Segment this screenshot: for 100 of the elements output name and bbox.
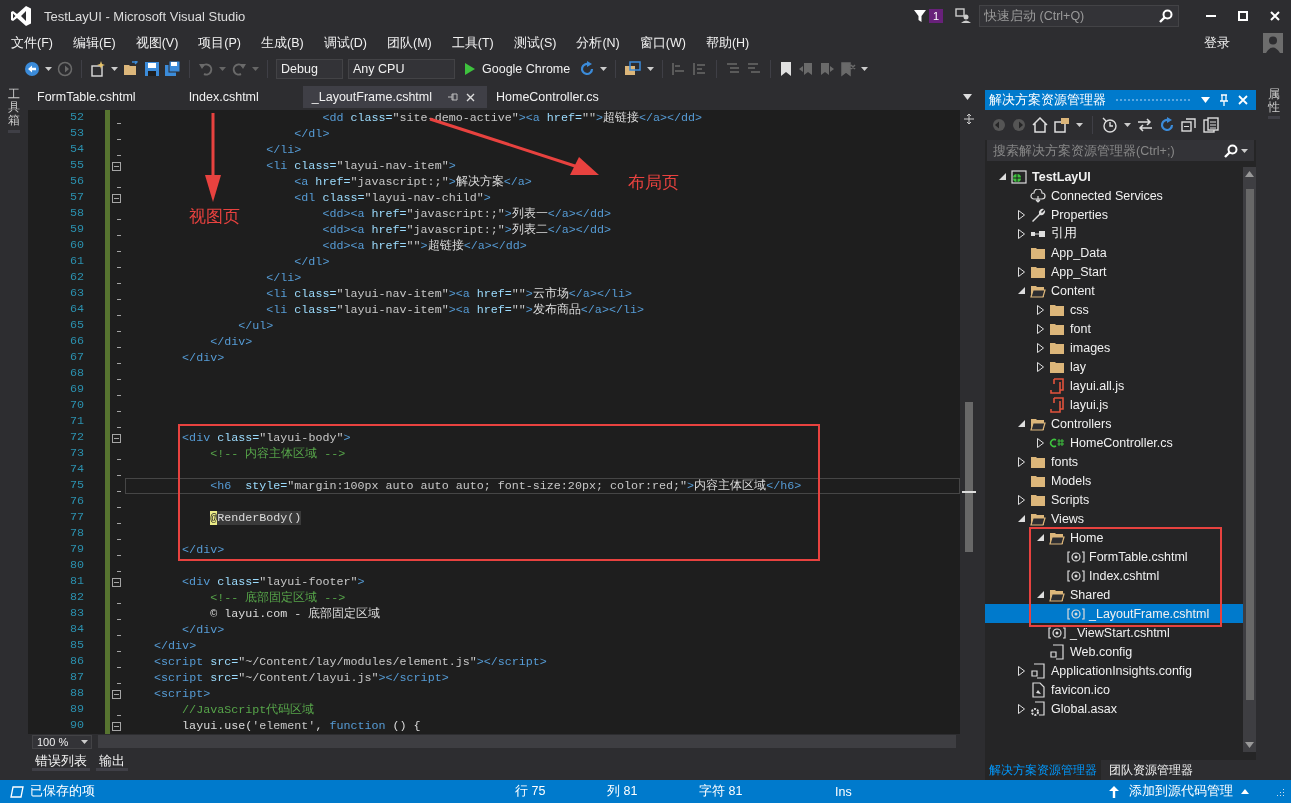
tree-item[interactable]: Connected Services: [985, 186, 1243, 205]
menu-item[interactable]: 编辑(E): [65, 34, 123, 52]
configuration-dropdown[interactable]: Debug: [276, 59, 343, 79]
document-tab[interactable]: _LayoutFrame.cshtml: [302, 86, 487, 108]
show-all-files-icon[interactable]: [1203, 117, 1219, 133]
expanded-arrow-icon[interactable]: [1017, 287, 1025, 294]
tree-item[interactable]: App_Start: [985, 262, 1243, 281]
collapse-icon[interactable]: [112, 577, 121, 587]
tree-item[interactable]: _LayoutFrame.cshtml: [985, 604, 1243, 623]
collapse-icon[interactable]: [112, 689, 121, 699]
toolbox-tab[interactable]: 工具箱: [8, 88, 20, 133]
menu-item[interactable]: 视图(V): [128, 34, 186, 52]
tree-item[interactable]: fonts: [985, 452, 1243, 471]
menu-item[interactable]: 调试(D): [316, 34, 374, 52]
tree-item[interactable]: FormTable.cshtml: [985, 547, 1243, 566]
history-icon[interactable]: [1102, 117, 1118, 133]
platform-dropdown[interactable]: Any CPU: [348, 59, 455, 79]
tree-item[interactable]: HomeController.cs: [985, 433, 1243, 452]
browser-link-icon[interactable]: [624, 61, 643, 77]
close-icon[interactable]: [466, 92, 475, 102]
bookmark-icon[interactable]: [779, 61, 794, 77]
collapse-icon[interactable]: [112, 193, 121, 203]
back-icon[interactable]: [24, 61, 40, 77]
up-arrow-icon[interactable]: [1109, 785, 1119, 798]
caret-icon[interactable]: [1124, 123, 1131, 127]
expanded-arrow-icon[interactable]: [1036, 534, 1044, 541]
run-button[interactable]: Google Chrome: [460, 59, 575, 79]
collapse-icon[interactable]: [112, 721, 121, 731]
collapsed-arrow-icon[interactable]: [1036, 304, 1044, 315]
caret-icon[interactable]: [1241, 148, 1248, 153]
collapsed-arrow-icon[interactable]: [1017, 209, 1025, 220]
feedback-icon[interactable]: [955, 8, 971, 24]
collapsed-arrow-icon[interactable]: [1017, 665, 1025, 676]
menu-item[interactable]: 工具(T): [444, 34, 501, 52]
caret-icon[interactable]: [1076, 123, 1083, 127]
sync-icon[interactable]: [1137, 117, 1153, 133]
tree-item[interactable]: Content: [985, 281, 1243, 300]
expanded-arrow-icon[interactable]: [998, 173, 1006, 180]
document-tab[interactable]: Index.cshtml: [179, 86, 303, 108]
forward-icon[interactable]: [57, 61, 73, 77]
collapse-all-icon[interactable]: [1181, 117, 1197, 133]
search-field[interactable]: 搜索解决方案资源管理器(Ctrl+;): [987, 140, 1254, 161]
save-icon[interactable]: [144, 61, 160, 77]
search-icon[interactable]: [1224, 143, 1238, 158]
scroll-up-icon[interactable]: [1245, 171, 1254, 177]
tree-item[interactable]: Index.cshtml: [985, 566, 1243, 585]
redo-icon[interactable]: [231, 61, 247, 77]
tree-item[interactable]: images: [985, 338, 1243, 357]
expanded-arrow-icon[interactable]: [1036, 591, 1044, 598]
collapsed-arrow-icon[interactable]: [1036, 361, 1044, 372]
panel-tab[interactable]: 解决方案资源管理器: [985, 760, 1101, 780]
collapsed-arrow-icon[interactable]: [1017, 703, 1025, 714]
properties-tab[interactable]: 属性: [1267, 88, 1280, 120]
tree-item[interactable]: TestLayUI: [985, 167, 1243, 186]
menu-item[interactable]: 生成(B): [254, 34, 311, 52]
pin-icon[interactable]: [448, 92, 458, 102]
caret-icon[interactable]: [111, 67, 118, 71]
account-icon[interactable]: [1263, 33, 1283, 53]
collapsed-arrow-icon[interactable]: [1017, 228, 1025, 239]
menu-item[interactable]: 测试(S): [506, 34, 564, 52]
bookmark-next-icon[interactable]: [819, 61, 836, 77]
zoom-dropdown[interactable]: 100 %: [32, 734, 92, 749]
document-tab[interactable]: HomeController.cs: [487, 86, 643, 108]
tree-item[interactable]: App_Data: [985, 243, 1243, 262]
tree-item[interactable]: Home: [985, 528, 1243, 547]
caret-up-icon[interactable]: [1241, 789, 1249, 794]
resize-grip-icon[interactable]: [1275, 786, 1285, 797]
save-all-icon[interactable]: [165, 61, 181, 77]
refresh-icon[interactable]: [1159, 117, 1175, 133]
tab-list-icon[interactable]: [963, 94, 972, 100]
document-tab[interactable]: FormTable.cshtml: [28, 86, 180, 108]
scrollbar-thumb[interactable]: [1245, 189, 1254, 700]
tree-item[interactable]: Web.config: [985, 642, 1243, 661]
panel-tab[interactable]: 输出: [96, 753, 128, 771]
caret-icon[interactable]: [81, 739, 88, 744]
home-icon[interactable]: [1032, 117, 1048, 133]
caret-icon[interactable]: [861, 67, 869, 71]
new-project-icon[interactable]: [90, 61, 106, 77]
refresh-icon[interactable]: [579, 61, 596, 77]
notification-badge[interactable]: 1: [928, 9, 943, 23]
tree-item[interactable]: favicon.ico: [985, 680, 1243, 699]
tree-item[interactable]: Models: [985, 471, 1243, 490]
caret-icon[interactable]: [600, 67, 608, 71]
collapsed-arrow-icon[interactable]: [1017, 266, 1025, 277]
vertical-scrollbar[interactable]: [1243, 167, 1256, 752]
tree-item[interactable]: layui.js: [985, 395, 1243, 414]
panel-tab[interactable]: 团队资源管理器: [1105, 760, 1197, 780]
tree-item[interactable]: Views: [985, 509, 1243, 528]
tree-item[interactable]: 引用: [985, 224, 1243, 243]
menu-item[interactable]: 项目(P): [191, 34, 248, 52]
expanded-arrow-icon[interactable]: [1017, 515, 1025, 522]
collapsed-arrow-icon[interactable]: [1036, 323, 1044, 334]
tree-item[interactable]: ApplicationInsights.config: [985, 661, 1243, 680]
panel-tab[interactable]: 错误列表: [32, 753, 90, 771]
scroll-down-icon[interactable]: [1245, 742, 1254, 748]
undo-icon[interactable]: [198, 61, 214, 77]
caret-icon[interactable]: [45, 67, 52, 71]
tree-item[interactable]: css: [985, 300, 1243, 319]
horizontal-scrollbar[interactable]: [98, 735, 956, 748]
quick-launch-field[interactable]: 快速启动 (Ctrl+Q): [979, 5, 1179, 27]
